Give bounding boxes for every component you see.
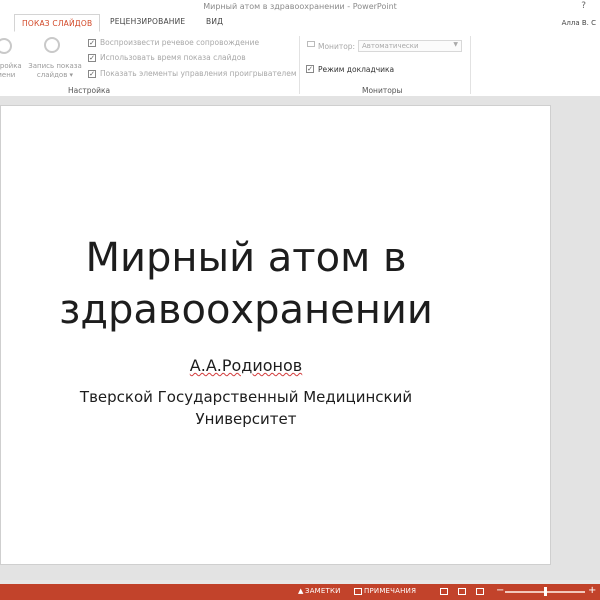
help-icon[interactable]: ? [581,1,586,11]
tab-view[interactable]: ВИД [206,17,223,26]
stopwatch-icon [44,37,60,53]
comments-icon [354,588,362,595]
record-slide-show-button[interactable]: Запись показа слайдов ▾ [24,62,86,80]
title-bar: Мирный атом в здравоохранении - PowerPoi… [0,0,600,14]
reading-view-icon[interactable] [476,588,484,595]
media-controls-option-label: Показать элементы управления проигрывате… [100,69,297,78]
user-name[interactable]: Алла В. С [562,19,596,27]
slide-author-text: А.А.Родионов [189,356,303,375]
monitor-label: Монитор: [318,42,356,51]
tab-slide-show[interactable]: ПОКАЗ СЛАЙДОВ [14,14,101,32]
ribbon-tabs: ПОКАЗ СЛАЙДОВ РЕЦЕНЗИРОВАНИЕ ВИД Алла В.… [0,14,600,33]
slide-organization[interactable]: Тверской Государственный Медицинский Уни… [1,386,491,430]
slide-org-line2: Университет [195,410,297,428]
zoom-out-button[interactable]: − [496,585,504,596]
setup-slide-show-button[interactable]: стройка мени [0,62,22,80]
document-title: Мирный атом в здравоохранении - PowerPoi… [203,2,397,11]
narration-checkbox[interactable]: ✓ [88,39,96,47]
presenter-view-label: Режим докладчика [318,65,395,74]
monitors-group-label: Мониторы [362,86,403,95]
chevron-down-icon: ▼ [453,41,458,48]
monitor-select[interactable]: Автоматически ▼ [358,40,462,52]
slide-org-line1: Тверской Государственный Медицинский [79,388,413,406]
monitor-icon [307,41,315,47]
slide-title[interactable]: Мирный атом в здравоохранении [1,232,491,336]
ribbon-panel: стройка мени Запись показа слайдов ▾ ✓ В… [0,32,600,97]
monitor-select-value: Автоматически [362,42,419,50]
narration-option-label: Воспроизвести речевое сопровождение [100,38,260,47]
slide-title-line2: здравоохранении [59,287,433,333]
tab-review[interactable]: РЕЦЕНЗИРОВАНИЕ [110,17,185,26]
gear-icon [0,38,12,54]
slide-author[interactable]: А.А.Родионов [1,356,491,375]
zoom-slider-thumb[interactable] [544,587,547,596]
notes-button[interactable]: ЗАМЕТКИ [305,587,341,595]
normal-view-icon[interactable] [440,588,448,595]
setup-group-label: Настройка [68,86,111,95]
slide-sorter-icon[interactable] [458,588,466,595]
zoom-in-button[interactable]: + [588,585,596,596]
slide-title-line1: Мирный атом в [85,235,407,281]
timings-checkbox[interactable]: ✓ [88,54,96,62]
status-bar: ▲ ЗАМЕТКИ ПРИМЕЧАНИЯ − + [0,584,600,600]
group-separator [470,36,471,94]
comments-button[interactable]: ПРИМЕЧАНИЯ [364,587,416,595]
notes-icon: ▲ [298,587,304,595]
group-separator [299,36,300,94]
media-controls-checkbox[interactable]: ✓ [88,70,96,78]
slide-canvas[interactable]: Мирный атом в здравоохранении А.А.Родион… [0,105,551,565]
presenter-view-checkbox[interactable]: ✓ [306,65,314,73]
timings-option-label: Использовать время показа слайдов [100,53,246,62]
